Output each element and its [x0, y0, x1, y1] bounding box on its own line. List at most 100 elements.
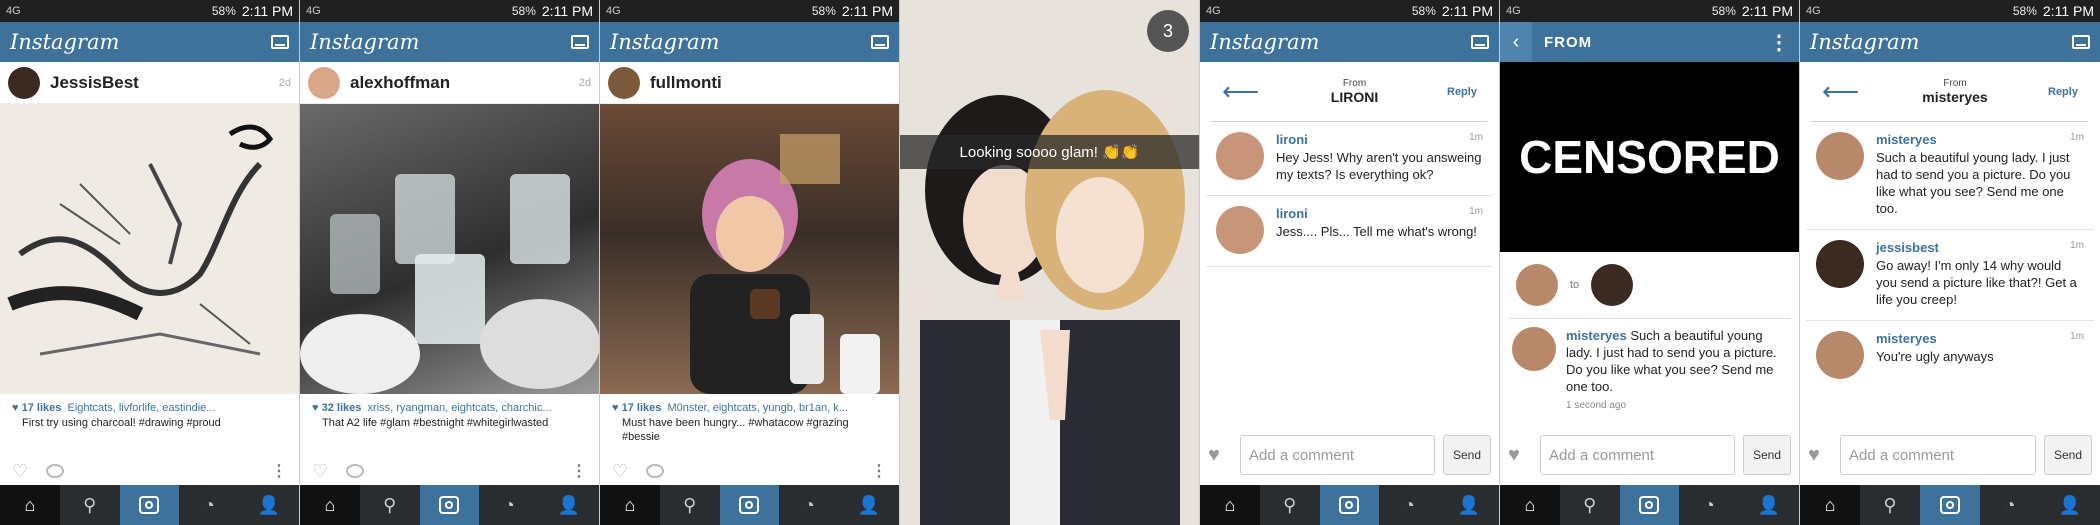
comment-input[interactable]: Add a comment	[1840, 435, 2036, 475]
avatar[interactable]	[1512, 327, 1556, 371]
post-photo-toast-glasses[interactable]	[300, 104, 599, 394]
message-user[interactable]: misteryes	[1566, 328, 1627, 343]
activity-icon[interactable]: ◔	[179, 485, 239, 525]
search-icon[interactable]: ⚲	[1860, 485, 1920, 525]
avatar[interactable]	[1816, 132, 1864, 180]
comment-bubble-icon[interactable]	[346, 464, 365, 478]
camera-icon[interactable]	[719, 485, 780, 525]
battery-label: 58%	[2012, 4, 2037, 18]
more-options-icon[interactable]: ⋮	[1769, 30, 1789, 55]
avatar[interactable]	[1216, 206, 1264, 254]
profile-icon[interactable]: 👤	[239, 485, 299, 525]
comment-input[interactable]: Add a comment	[1540, 435, 1735, 475]
activity-icon[interactable]: ◔	[1379, 485, 1439, 525]
sender-avatar[interactable]	[1516, 264, 1558, 306]
reply-button[interactable]: Reply	[1447, 85, 1477, 99]
message-user[interactable]: lironi	[1276, 132, 1469, 147]
message-user[interactable]: lironi	[1276, 206, 1469, 221]
battery-label: 58%	[211, 4, 236, 18]
inbox-icon[interactable]	[871, 35, 889, 49]
post-username[interactable]: alexhoffman	[350, 73, 579, 93]
back-arrow-icon[interactable]: ⟵	[1222, 76, 1262, 107]
back-arrow-icon[interactable]: ⟵	[1822, 76, 1862, 107]
reply-button[interactable]: Reply	[2048, 85, 2078, 99]
bottom-nav: ⌂ ⚲ ◔ 👤	[1800, 485, 2100, 525]
home-icon[interactable]: ⌂	[0, 485, 60, 525]
avatar[interactable]	[1816, 331, 1864, 379]
send-button[interactable]: Send	[1743, 435, 1791, 475]
avatar[interactable]	[1216, 132, 1264, 180]
camera-icon[interactable]	[119, 485, 180, 525]
likes-line[interactable]: ♥ 17 likes M0nster, eightcats, yungb, br…	[600, 394, 899, 414]
like-heart-icon[interactable]: ♡	[12, 461, 28, 482]
home-icon[interactable]: ⌂	[1500, 485, 1560, 525]
avatar[interactable]	[608, 66, 640, 99]
likes-line[interactable]: ♥ 32 likes xriss, ryangman, eightcats, c…	[300, 394, 599, 414]
heart-icon[interactable]: ♥	[1208, 444, 1232, 467]
story-photo[interactable]	[900, 0, 1200, 525]
message-user[interactable]: misteryes	[1876, 132, 2070, 147]
search-icon[interactable]: ⚲	[660, 485, 720, 525]
censored-image[interactable]: CENSORED	[1500, 62, 1799, 252]
recipient-avatar[interactable]	[1591, 264, 1634, 306]
profile-icon[interactable]: 👤	[839, 485, 899, 525]
profile-icon[interactable]: 👤	[2040, 485, 2100, 525]
home-icon[interactable]: ⌂	[1800, 485, 1860, 525]
avatar[interactable]	[1816, 240, 1864, 288]
message-item: misteryes 1m Such a beautiful young lady.…	[1806, 122, 2094, 230]
profile-icon[interactable]: 👤	[1739, 485, 1799, 525]
comment-bubble-icon[interactable]	[646, 464, 665, 478]
comment-input[interactable]: Add a comment	[1240, 435, 1435, 475]
heart-icon[interactable]: ♥	[1508, 444, 1532, 467]
like-heart-icon[interactable]: ♡	[612, 461, 628, 482]
camera-icon[interactable]	[419, 485, 480, 525]
app-header: Instagram	[0, 22, 299, 62]
more-options-icon[interactable]: ⋮	[271, 461, 287, 481]
message-item: lironi 1m Hey Jess! Why aren't you answei…	[1206, 122, 1493, 196]
post-photo-girl-eating[interactable]	[600, 104, 899, 394]
like-heart-icon[interactable]: ♡	[312, 461, 328, 482]
comment-bubble-icon[interactable]	[46, 464, 65, 478]
activity-icon[interactable]: ◔	[1679, 485, 1739, 525]
activity-icon[interactable]: ◔	[479, 485, 539, 525]
message-text: Go away! I'm only 14 why would you send …	[1876, 258, 2077, 307]
more-options-icon[interactable]: ⋮	[871, 461, 887, 481]
activity-icon[interactable]: ◔	[1980, 485, 2040, 525]
post-username[interactable]: JessisBest	[50, 73, 279, 93]
search-icon[interactable]: ⚲	[360, 485, 420, 525]
camera-icon[interactable]	[1319, 485, 1380, 525]
activity-icon[interactable]: ◔	[779, 485, 839, 525]
phone-feed-2: 4G 58% 2:11 PM Instagram alexhoffman 2d ♥…	[300, 0, 600, 525]
inbox-icon[interactable]	[571, 35, 589, 49]
inbox-icon[interactable]	[271, 35, 289, 49]
post-photo-charcoal-drawing[interactable]	[0, 104, 299, 394]
avatar[interactable]	[8, 66, 40, 99]
camera-icon[interactable]	[1920, 485, 1980, 525]
network-label: 4G	[1506, 5, 1521, 17]
thread-title: From LIRONI	[1262, 78, 1447, 105]
network-label: 4G	[606, 5, 621, 17]
more-options-icon[interactable]: ⋮	[571, 461, 587, 481]
bottom-nav: ⌂ ⚲ ◔ 👤	[0, 485, 299, 525]
home-icon[interactable]: ⌂	[1200, 485, 1260, 525]
send-button[interactable]: Send	[1443, 435, 1491, 475]
home-icon[interactable]: ⌂	[600, 485, 660, 525]
status-bar: 4G 58% 2:11 PM	[1800, 0, 2100, 22]
avatar[interactable]	[308, 66, 340, 99]
send-button[interactable]: Send	[2044, 435, 2092, 475]
camera-icon[interactable]	[1619, 485, 1680, 525]
profile-icon[interactable]: 👤	[1439, 485, 1499, 525]
likes-line[interactable]: ♥ 17 likes Eightcats, livforlife, eastin…	[0, 394, 299, 414]
inbox-icon[interactable]	[2072, 35, 2090, 49]
inbox-icon[interactable]	[1471, 35, 1489, 49]
message-user[interactable]: jessisbest	[1876, 240, 2070, 255]
profile-icon[interactable]: 👤	[539, 485, 599, 525]
home-icon[interactable]: ⌂	[300, 485, 360, 525]
post-username[interactable]: fullmonti	[650, 73, 891, 93]
search-icon[interactable]: ⚲	[60, 485, 120, 525]
search-icon[interactable]: ⚲	[1560, 485, 1620, 525]
heart-icon[interactable]: ♥	[1808, 444, 1832, 467]
message-user[interactable]: misteryes	[1876, 331, 2070, 346]
back-chevron-icon[interactable]: ‹	[1500, 22, 1532, 62]
search-icon[interactable]: ⚲	[1260, 485, 1320, 525]
